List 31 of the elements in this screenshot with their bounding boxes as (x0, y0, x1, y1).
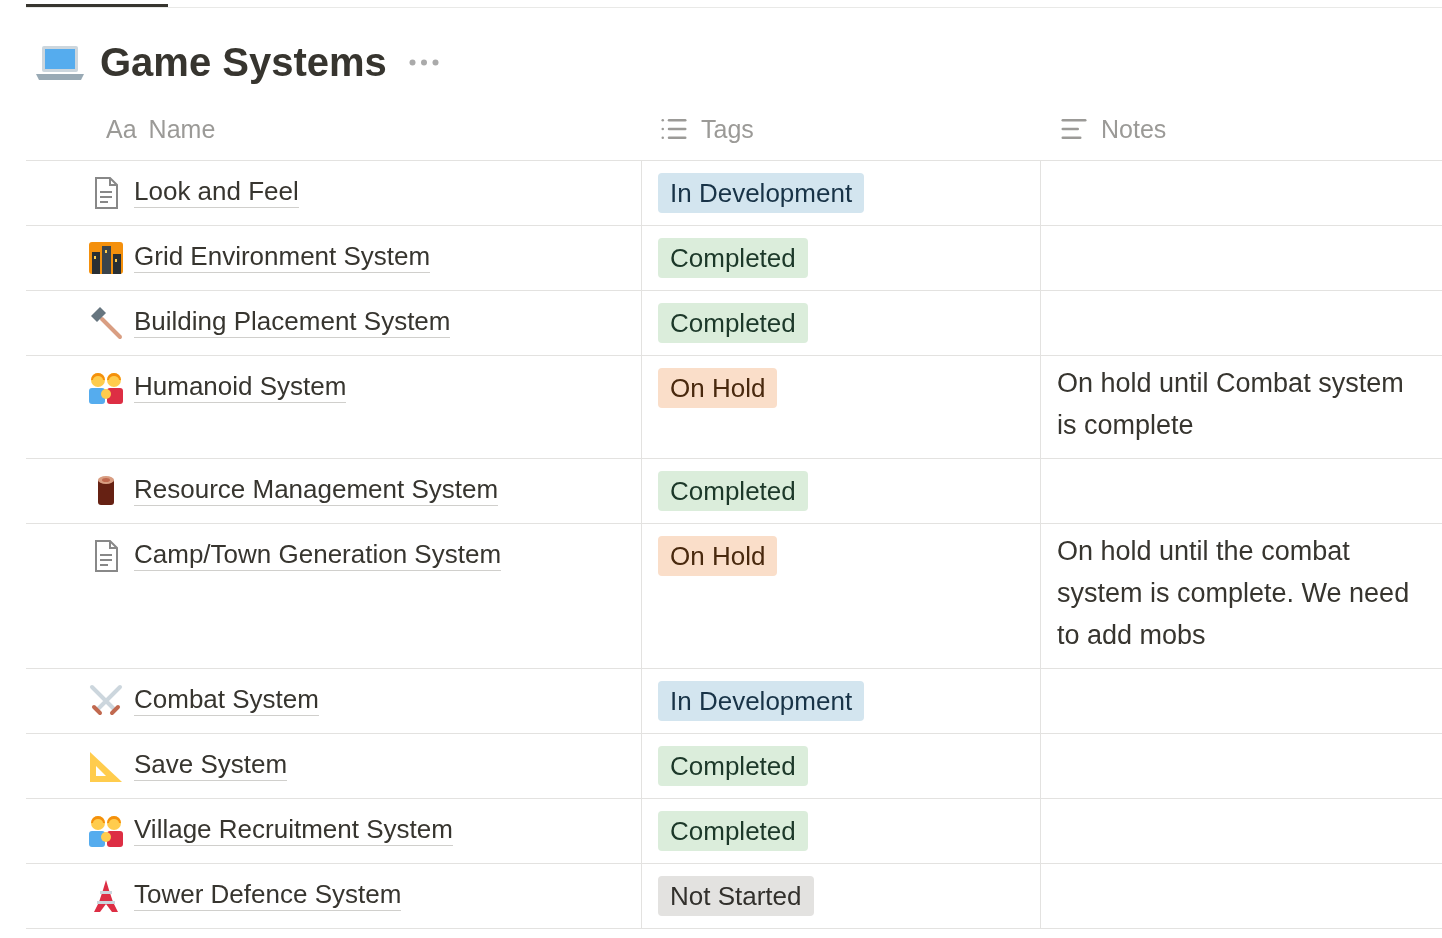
notes-text: On hold until Combat system is complete (1057, 367, 1405, 442)
page-link[interactable]: Humanoid System (134, 370, 347, 403)
page-link[interactable]: Building Placement System (134, 305, 451, 338)
column-header: Tags (701, 114, 754, 144)
more-icon (408, 58, 439, 66)
status-tag: Completed (658, 811, 808, 851)
status-tag: In Development (658, 681, 865, 721)
page-link[interactable]: Combat System (134, 683, 319, 716)
status-tag: On Hold (658, 368, 778, 408)
page-link[interactable]: Village Recruitment System (134, 813, 453, 846)
page-link[interactable]: Tower Defence System (134, 878, 402, 911)
city-night-icon (88, 240, 124, 276)
page-link[interactable]: Look and Feel (134, 175, 299, 208)
status-tag: Completed (658, 471, 808, 511)
page-link[interactable]: Grid Environment System (134, 240, 431, 273)
family-icon (88, 370, 124, 406)
status-tag: Completed (658, 303, 808, 343)
notes-text: On hold until the combat system is complete. We need to add mobs (1057, 535, 1411, 652)
page-link[interactable]: Save System (134, 748, 288, 781)
page-link[interactable]: Camp/Town Generation System (134, 538, 502, 571)
text-property-icon: Aa (106, 114, 137, 144)
column-header: Notes (1101, 114, 1167, 144)
status-tag: Not Started (658, 876, 814, 916)
status-tag: On Hold (658, 536, 778, 576)
family-icon (88, 813, 124, 849)
status-tag: In Development (658, 173, 865, 213)
page-link[interactable]: Resource Management System (134, 473, 499, 506)
status-tag: Completed (658, 238, 808, 278)
page-title: Game Systems (100, 39, 387, 85)
column-header: Name (148, 114, 216, 144)
status-tag: Completed (658, 746, 808, 786)
